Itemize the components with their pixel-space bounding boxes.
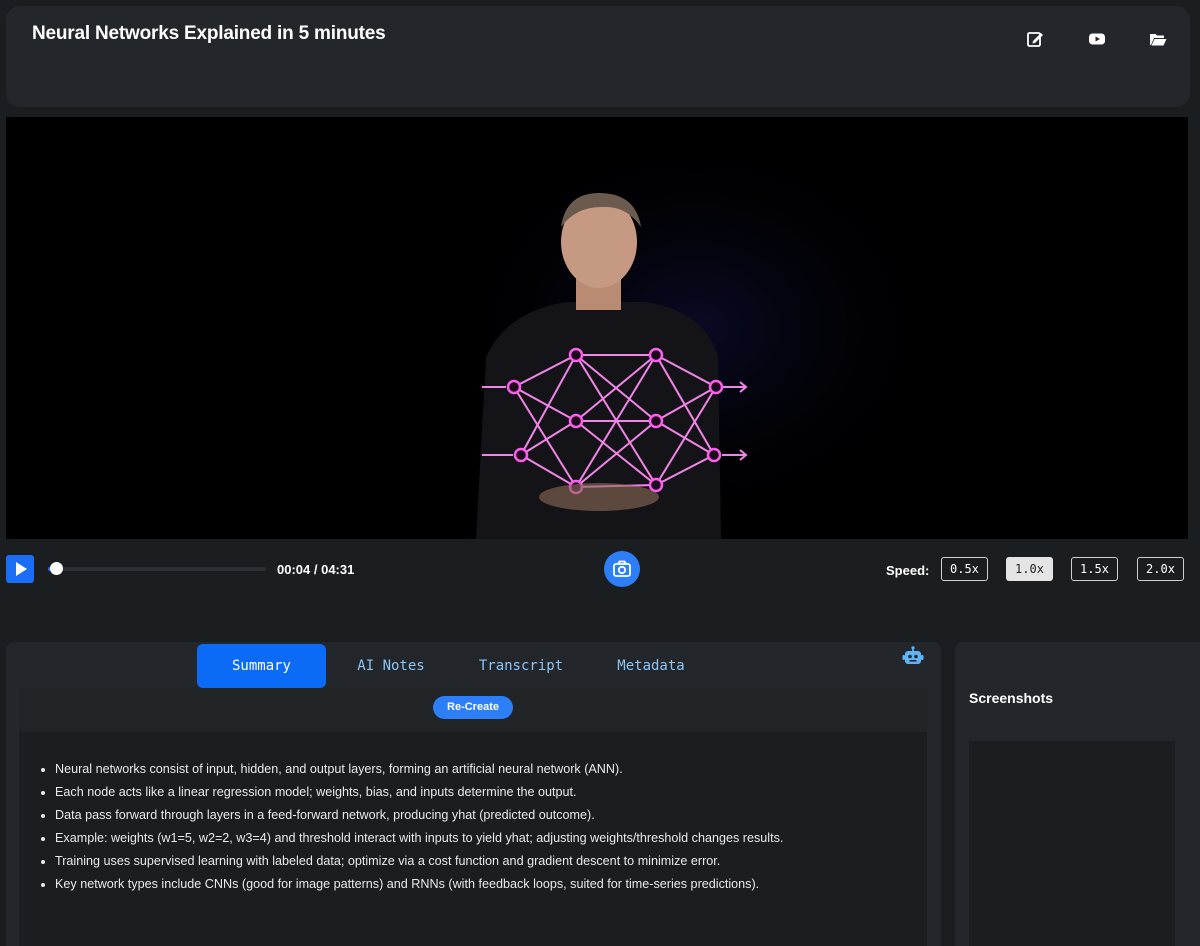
video-content [436, 117, 956, 539]
folder-open-icon[interactable] [1149, 30, 1167, 48]
camera-icon [613, 560, 631, 577]
summary-list: Neural networks consist of input, hidden… [40, 761, 925, 899]
edit-icon[interactable] [1026, 30, 1044, 48]
page-title: Neural Networks Explained in 5 minutes [32, 23, 386, 44]
summary-panel: Summary AI Notes Transcript Metadata Re-… [6, 642, 941, 946]
tab-metadata[interactable]: Metadata [586, 644, 716, 688]
screenshots-area [969, 741, 1175, 946]
play-button[interactable] [6, 555, 34, 583]
recreate-button[interactable]: Re-Create [433, 696, 513, 719]
list-item: Neural networks consist of input, hidden… [55, 761, 925, 784]
list-item: Key network types include CNNs (good for… [55, 876, 925, 899]
list-item: Example: weights (w1=5, w2=2, w3=4) and … [55, 830, 925, 853]
time-display: 00:04 / 04:31 [277, 562, 355, 577]
speed-1-5x-button[interactable]: 1.5x [1071, 557, 1118, 581]
screenshot-button[interactable] [604, 551, 640, 587]
speed-2-0x-button[interactable]: 2.0x [1137, 557, 1184, 581]
tab-ai-notes[interactable]: AI Notes [326, 644, 456, 688]
tab-summary[interactable]: Summary [197, 644, 326, 688]
player-controls: 00:04 / 04:31 Speed: 0.5x 1.0x 1.5x 2.0x [0, 548, 1200, 592]
youtube-icon[interactable] [1088, 30, 1106, 48]
summary-toolbar: Re-Create [19, 688, 927, 732]
speed-1-0x-button[interactable]: 1.0x [1006, 557, 1053, 581]
header-bar: Neural Networks Explained in 5 minutes [6, 6, 1190, 107]
tab-transcript[interactable]: Transcript [456, 644, 586, 688]
robot-icon[interactable] [902, 646, 924, 666]
video-frame[interactable] [6, 117, 1188, 539]
list-item: Data pass forward through layers in a fe… [55, 807, 925, 830]
list-item: Each node acts like a linear regression … [55, 784, 925, 807]
screenshots-panel: Screenshots [955, 642, 1200, 946]
summary-content: Re-Create Neural networks consist of inp… [19, 688, 927, 946]
progress-bar[interactable] [48, 562, 266, 575]
speed-label: Speed: [886, 563, 930, 578]
speed-0-5x-button[interactable]: 0.5x [941, 557, 988, 581]
progress-thumb[interactable] [50, 562, 63, 575]
list-item: Training uses supervised learning with l… [55, 853, 925, 876]
screenshots-title: Screenshots [969, 690, 1054, 706]
